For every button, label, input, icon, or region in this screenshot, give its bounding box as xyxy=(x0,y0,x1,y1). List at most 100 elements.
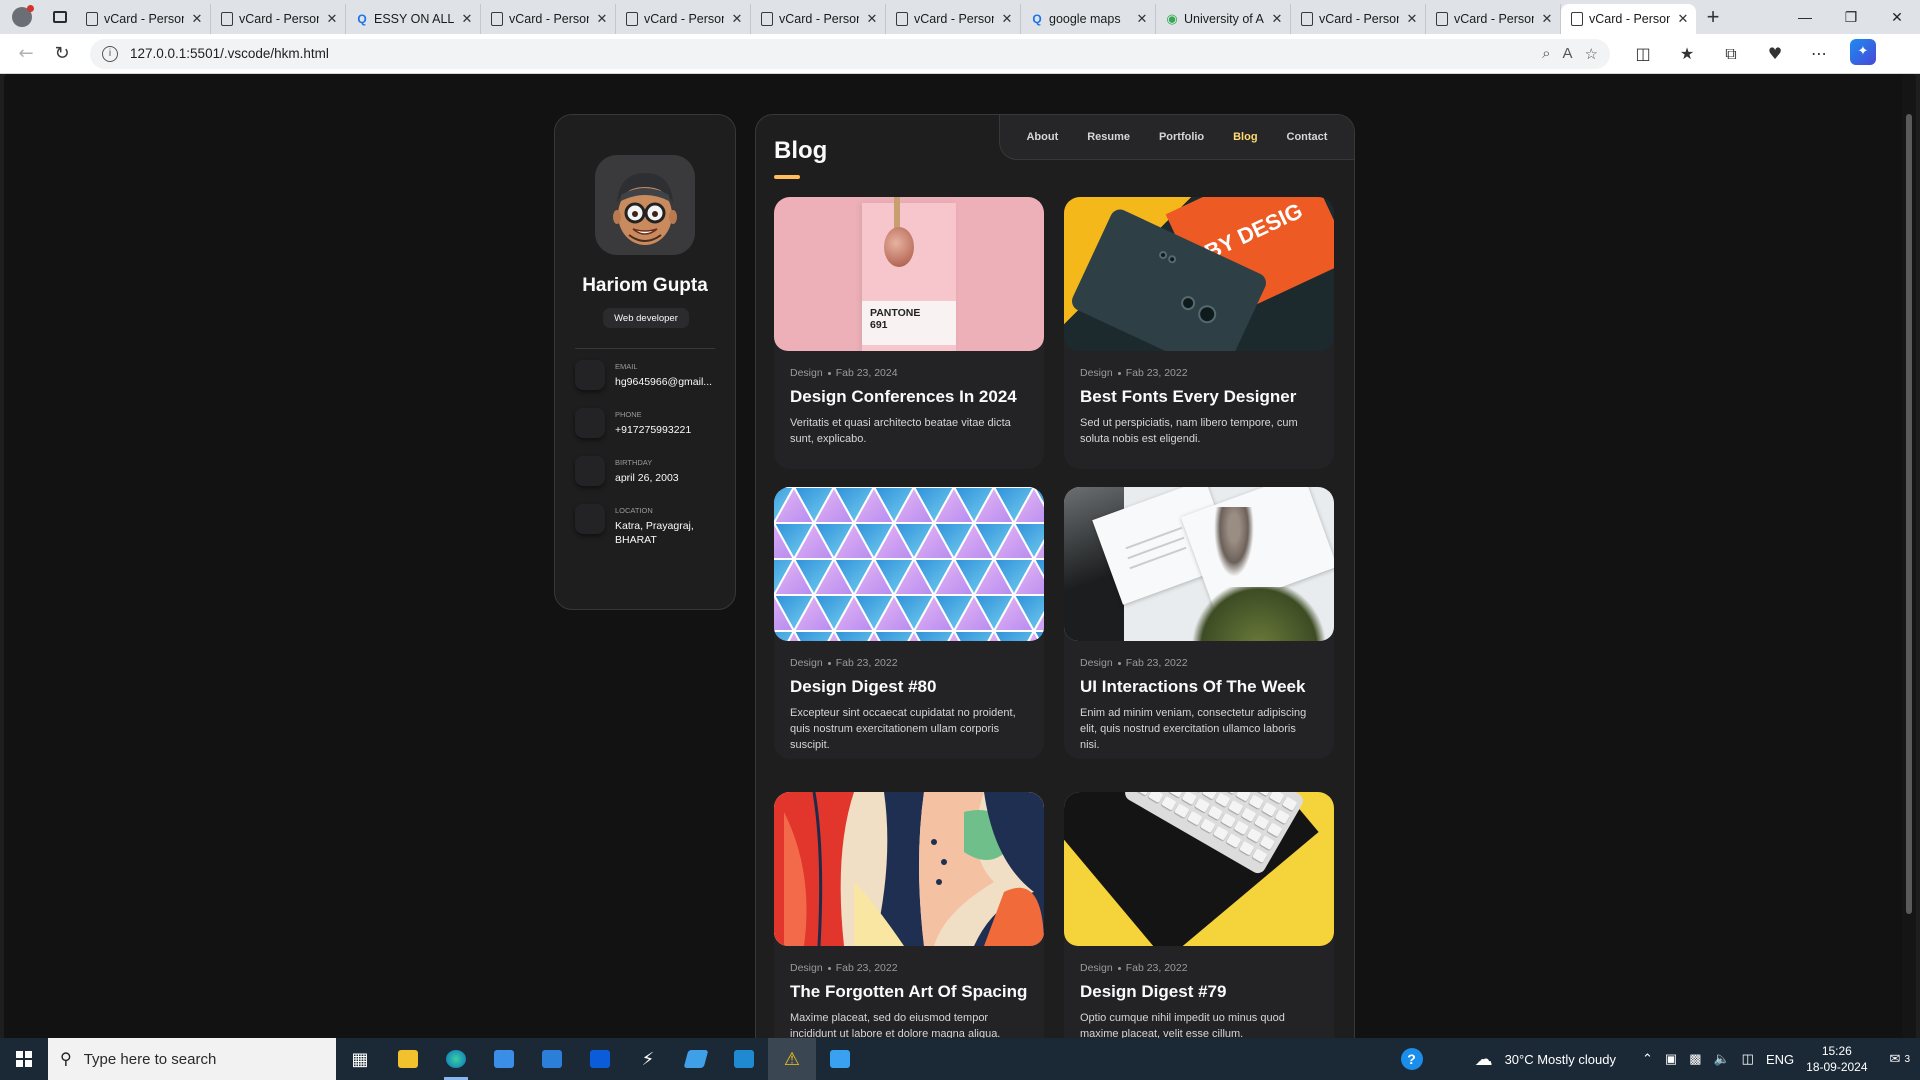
browser-tab[interactable]: ◉ University of A ✕ xyxy=(1156,4,1291,34)
post-title[interactable]: Design Digest #79 xyxy=(1080,982,1318,1002)
tab-close-icon[interactable]: ✕ xyxy=(325,11,339,27)
power-automate-icon[interactable]: ⚡ xyxy=(624,1038,672,1080)
post-title[interactable]: Design Conferences In 2024 xyxy=(790,387,1028,407)
post-excerpt: Optio cumque nihil impedit uo minus quod… xyxy=(1080,1012,1285,1038)
tab-close-icon[interactable]: ✕ xyxy=(190,11,204,27)
more-options-icon[interactable]: ⋯ xyxy=(1800,39,1838,69)
tab-close-icon[interactable]: ✕ xyxy=(595,11,609,27)
store-icon[interactable] xyxy=(480,1038,528,1080)
url-field[interactable]: i 127.0.0.1:5501/.vscode/hkm.html ⌕ A ☆ xyxy=(90,38,1610,69)
tab-close-icon[interactable]: ✕ xyxy=(1540,11,1554,27)
tab-close-icon[interactable]: ✕ xyxy=(865,11,879,27)
tab-close-icon[interactable]: ✕ xyxy=(1270,11,1284,27)
browser-tab[interactable]: vCard - Personal ✕ xyxy=(886,4,1021,34)
browser-tab[interactable]: vCard - Personal ✕ xyxy=(1291,4,1426,34)
tab-actions-button[interactable] xyxy=(44,0,76,34)
blog-post-card[interactable]: Design Fab 23, 2022 Design Digest #80 Exc… xyxy=(774,487,1044,759)
warning-app-icon[interactable]: ⚠ xyxy=(768,1038,816,1080)
contact-label: Birthday xyxy=(615,458,653,467)
close-window-button[interactable]: ✕ xyxy=(1874,0,1920,34)
meet-now-icon[interactable]: ▣ xyxy=(1665,1051,1677,1067)
new-tab-button[interactable]: + xyxy=(1696,4,1730,30)
help-icon[interactable]: ? xyxy=(1400,1048,1423,1070)
start-button[interactable] xyxy=(0,1038,48,1080)
vscode-icon[interactable] xyxy=(720,1038,768,1080)
show-hidden-icons-icon[interactable]: ⌃ xyxy=(1642,1051,1653,1067)
dropbox-icon[interactable] xyxy=(576,1038,624,1080)
browser-tab[interactable]: vCard - Personal ✕ xyxy=(481,4,616,34)
abstract-art-image xyxy=(774,792,1044,946)
post-title[interactable]: The Forgotten Art Of Spacing xyxy=(790,982,1028,1002)
tab-page-icon xyxy=(86,12,98,26)
read-aloud-icon[interactable]: A xyxy=(1563,45,1573,62)
browser-tab[interactable]: vCard - Personal ✕ xyxy=(751,4,886,34)
profile-button[interactable] xyxy=(0,0,44,34)
favorites-icon[interactable]: ★ xyxy=(1668,39,1706,69)
collections-icon[interactable]: ⧉ xyxy=(1712,39,1750,69)
phone-link[interactable]: +917275993221 xyxy=(615,423,715,437)
file-explorer-icon[interactable] xyxy=(384,1038,432,1080)
favorite-star-icon[interactable]: ☆ xyxy=(1585,45,1598,63)
tab-close-icon[interactable]: ✕ xyxy=(1676,11,1690,27)
browser-tab[interactable]: Qgoogle maps ✕ xyxy=(1021,4,1156,34)
copilot-icon[interactable]: ✦ xyxy=(1850,38,1876,65)
device-icon[interactable]: ◫ xyxy=(1742,1051,1754,1067)
back-button[interactable]: ← xyxy=(8,36,44,72)
network-icon[interactable]: ▩ xyxy=(1689,1051,1701,1067)
post-image[interactable] xyxy=(774,487,1044,641)
language-indicator[interactable]: ENG xyxy=(1766,1052,1794,1067)
weather-cloud-icon[interactable]: ☁ xyxy=(1475,1049,1493,1070)
refresh-button[interactable]: ↻ xyxy=(44,36,80,72)
browser-essentials-icon[interactable]: ♥ xyxy=(1756,39,1794,69)
split-screen-icon[interactable]: ◫ xyxy=(1624,39,1662,69)
blog-post-card[interactable]: Design Fab 23, 2022 Design Digest #79 Opt… xyxy=(1064,792,1334,1038)
tab-title: google maps xyxy=(1049,12,1121,26)
edge-browser-icon[interactable] xyxy=(432,1038,480,1080)
nav-blog[interactable]: Blog xyxy=(1233,131,1257,143)
task-view-icon[interactable]: ▦ xyxy=(336,1038,384,1080)
photos-app-icon[interactable] xyxy=(816,1038,864,1080)
browser-tab[interactable]: vCard - Personal ✕ xyxy=(1561,4,1696,34)
browser-tab[interactable]: vCard - Personal ✕ xyxy=(1426,4,1561,34)
volume-icon[interactable]: 🔈 xyxy=(1713,1051,1729,1067)
post-image[interactable]: BY DESIG xyxy=(1064,197,1334,351)
weather-text[interactable]: 30°C Mostly cloudy xyxy=(1505,1052,1616,1067)
mail-icon[interactable] xyxy=(528,1038,576,1080)
post-title[interactable]: Design Digest #80 xyxy=(790,677,1028,697)
browser-tab[interactable]: vCard - Personal ✕ xyxy=(211,4,346,34)
post-image[interactable] xyxy=(1064,792,1334,946)
browser-tab[interactable]: vCard - Personal ✕ xyxy=(616,4,751,34)
post-image[interactable] xyxy=(1064,487,1334,641)
scrollbar-thumb[interactable] xyxy=(1906,114,1912,914)
post-title[interactable]: UI Interactions Of The Week xyxy=(1080,677,1318,697)
nav-portfolio[interactable]: Portfolio xyxy=(1159,131,1204,143)
blog-post-card[interactable]: PANTONE 691 Design Fab 23, 2024 Design Con… xyxy=(774,197,1044,469)
notifications-icon[interactable]: ✉ xyxy=(1890,1051,1901,1067)
tab-close-icon[interactable]: ✕ xyxy=(460,11,474,27)
post-image[interactable]: PANTONE 691 xyxy=(774,197,1044,351)
browser-tab[interactable]: vCard - Personal ✕ xyxy=(76,4,211,34)
clock[interactable]: 15:26 18-09-2024 xyxy=(1806,1043,1867,1075)
minimize-button[interactable]: — xyxy=(1782,0,1828,34)
tab-close-icon[interactable]: ✕ xyxy=(1405,11,1419,27)
blog-post-card[interactable]: Design Fab 23, 2022 The Forgotten Art Of … xyxy=(774,792,1044,1038)
email-link[interactable]: hg9645966@gmail... xyxy=(615,375,715,389)
tab-close-icon[interactable]: ✕ xyxy=(1000,11,1014,27)
mail-icon xyxy=(575,360,605,390)
tab-close-icon[interactable]: ✕ xyxy=(1135,11,1149,27)
zoom-icon[interactable]: ⌕ xyxy=(1542,45,1550,62)
post-image[interactable] xyxy=(774,792,1044,946)
nav-about[interactable]: About xyxy=(1026,131,1058,143)
browser-tab[interactable]: Q ESSY ON ALL A ✕ xyxy=(346,4,481,34)
blog-post-card[interactable]: Design Fab 23, 2022 UI Interactions Of Th… xyxy=(1064,487,1334,759)
pen-app-icon[interactable] xyxy=(672,1038,720,1080)
page-scrollbar[interactable] xyxy=(1902,74,1916,1038)
restore-button[interactable]: ❐ xyxy=(1828,0,1874,34)
post-title[interactable]: Best Fonts Every Designer xyxy=(1080,387,1318,407)
nav-resume[interactable]: Resume xyxy=(1087,131,1130,143)
taskbar-search-box[interactable]: ⚲ Type here to search xyxy=(48,1038,336,1080)
tab-close-icon[interactable]: ✕ xyxy=(730,11,744,27)
blog-post-card[interactable]: BY DESIG Design Fab 23, 2022 Best Fonts E… xyxy=(1064,197,1334,469)
nav-contact[interactable]: Contact xyxy=(1287,131,1328,143)
site-info-icon[interactable]: i xyxy=(102,45,118,62)
